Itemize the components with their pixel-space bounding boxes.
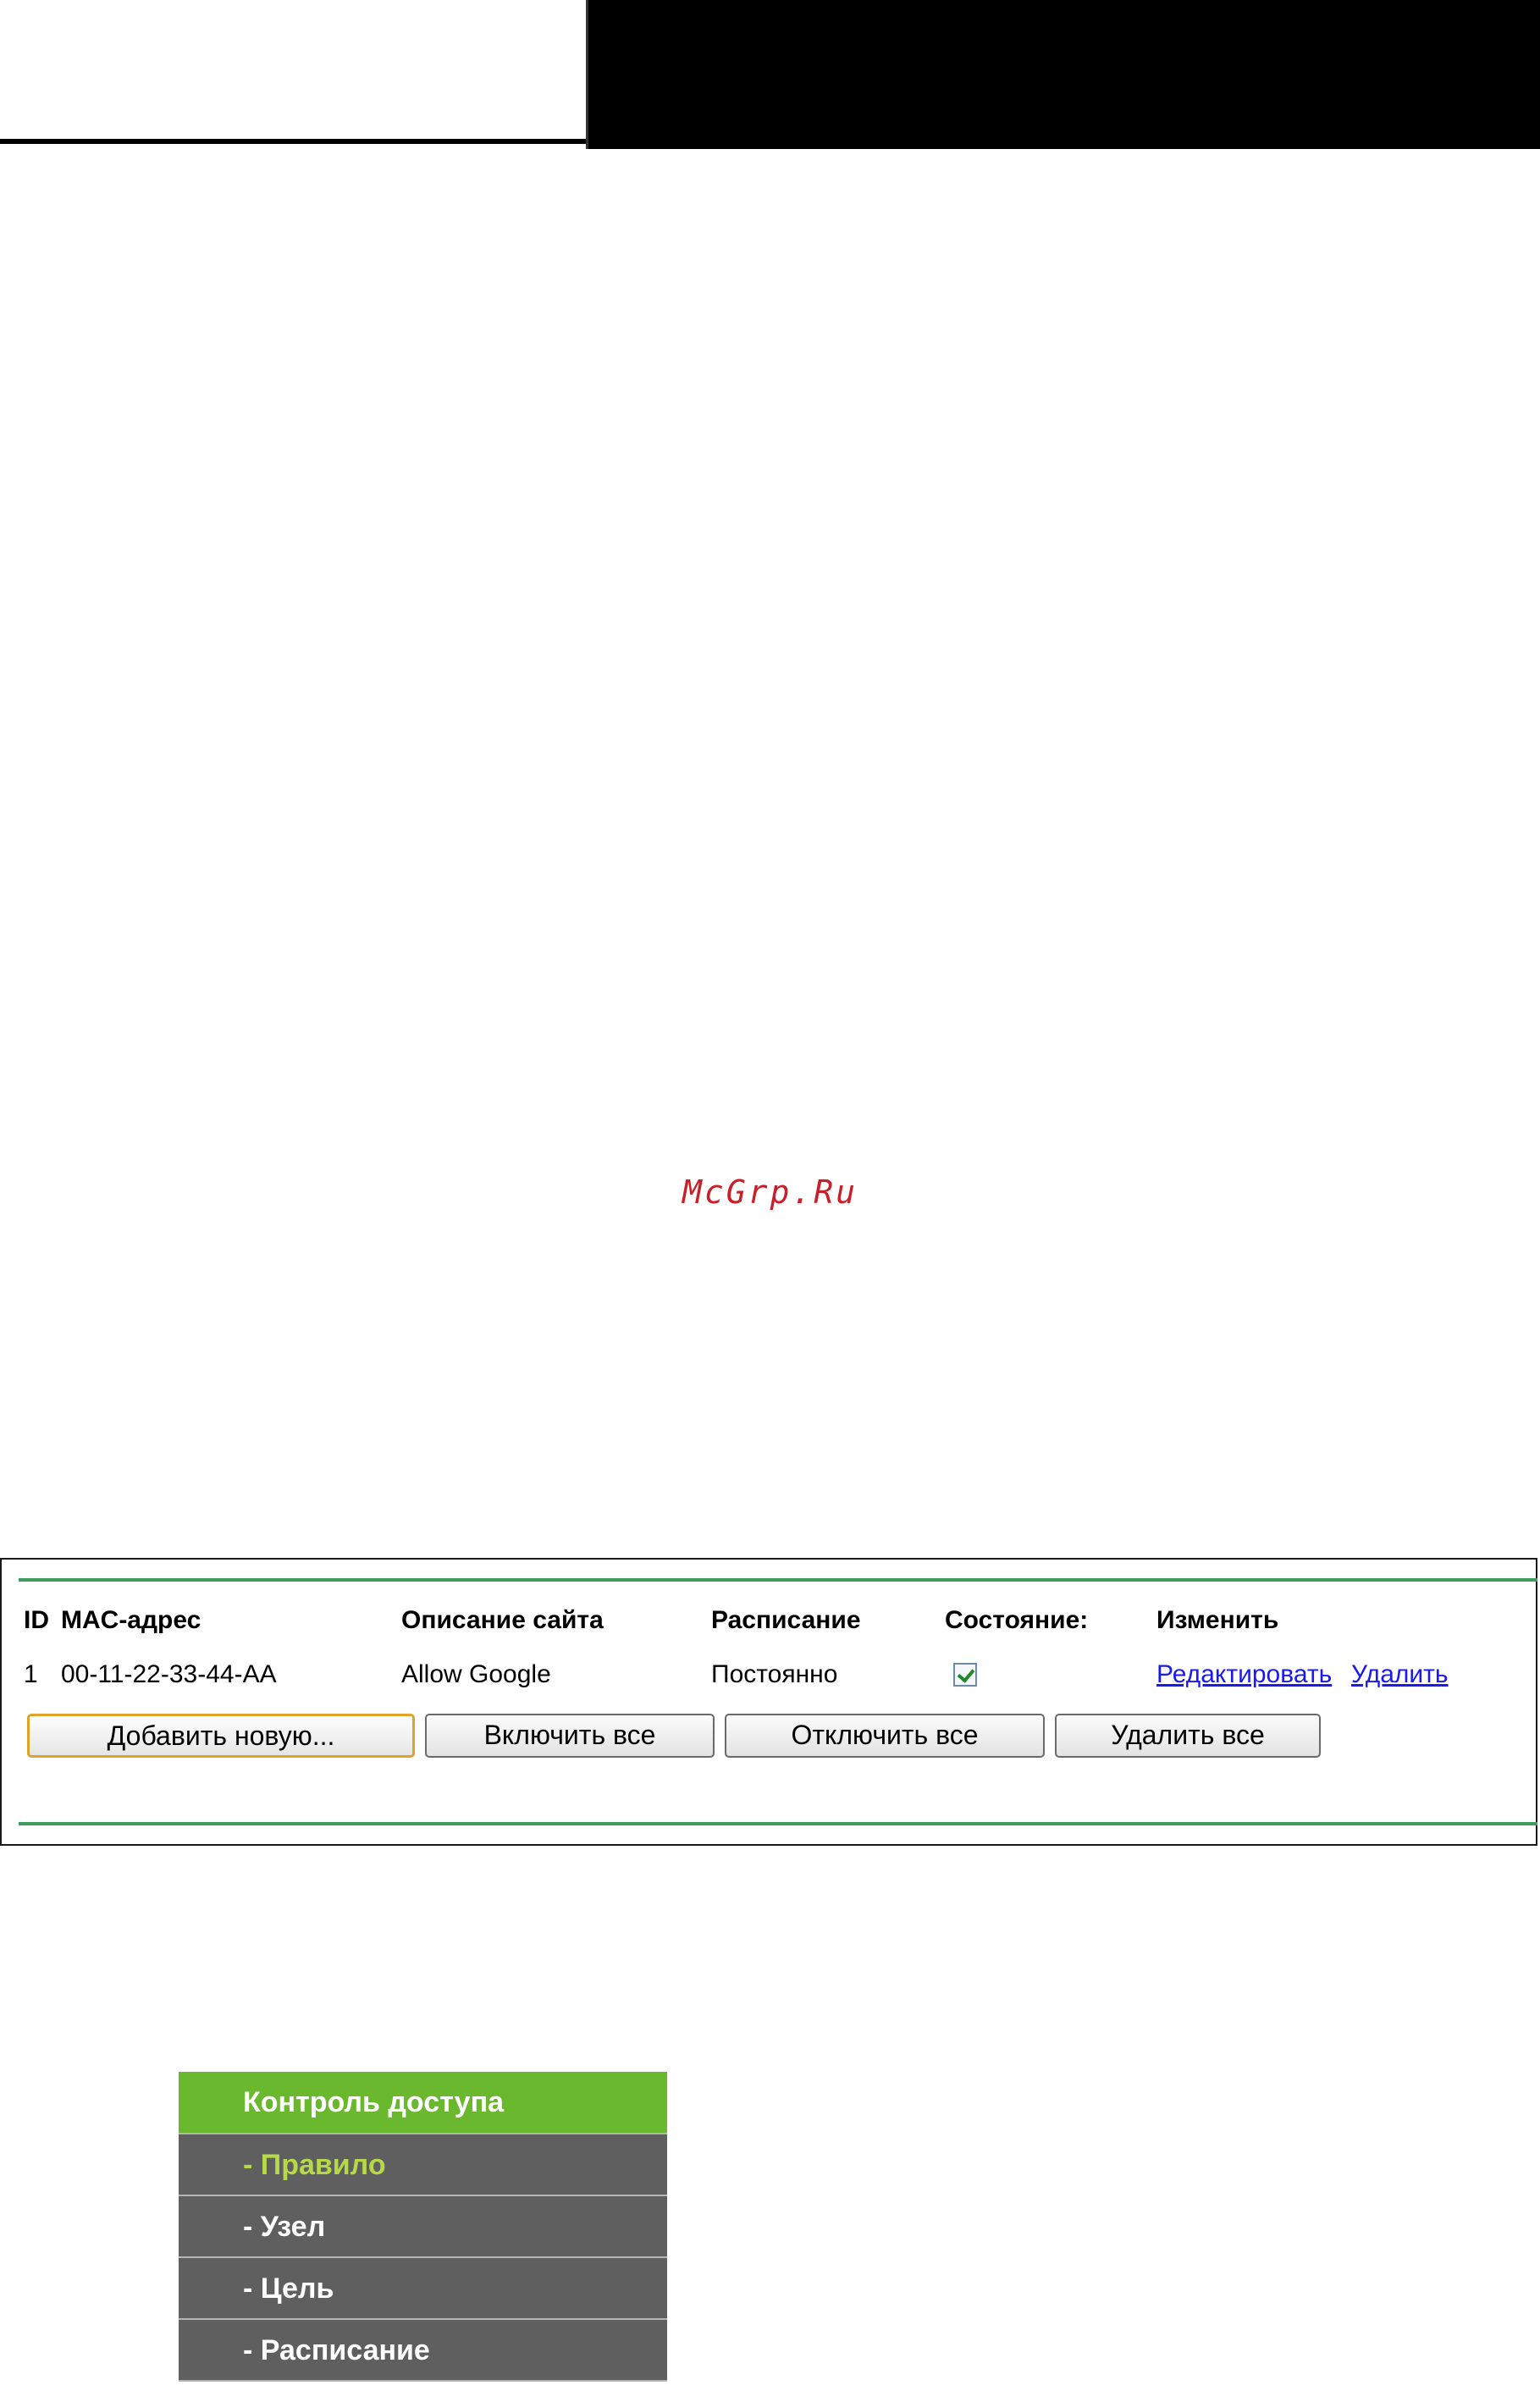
disable-all-button[interactable]: Отключить все <box>725 1714 1045 1758</box>
enable-all-button[interactable]: Включить все <box>425 1714 715 1758</box>
header-white-band <box>0 0 586 144</box>
top-divider <box>19 1578 1537 1582</box>
watermark-text: McGrp.Ru <box>682 1173 858 1211</box>
row-schedule: Постоянно <box>711 1660 838 1688</box>
column-header-mac: MAC-адрес <box>61 1606 201 1634</box>
menu-item-host[interactable]: - Узел <box>179 2196 667 2258</box>
edit-link[interactable]: Редактировать <box>1156 1659 1332 1690</box>
delete-all-button[interactable]: Удалить все <box>1055 1714 1321 1758</box>
column-header-site-description: Описание сайта <box>401 1606 604 1634</box>
column-header-id: ID <box>24 1606 49 1634</box>
menu-item-schedule[interactable]: - Расписание <box>179 2320 667 2382</box>
status-checkbox[interactable] <box>953 1663 977 1687</box>
menu-item-target[interactable]: - Цель <box>179 2258 667 2320</box>
rules-table-panel: ID MAC-адрес Описание сайта Расписание С… <box>0 1558 1537 1846</box>
row-site-description: Allow Google <box>401 1660 551 1688</box>
menu-item-rule[interactable]: - Правило <box>179 2134 667 2196</box>
delete-link[interactable]: Удалить <box>1351 1659 1449 1690</box>
column-header-modify: Изменить <box>1156 1606 1279 1634</box>
row-mac-address: 00-11-22-33-44-AA <box>61 1660 277 1688</box>
column-header-status: Состояние: <box>945 1606 1089 1634</box>
menu-title-access-control[interactable]: Контроль доступа <box>179 2072 667 2134</box>
bottom-divider <box>19 1822 1537 1825</box>
header-black-band <box>586 0 1540 149</box>
column-header-schedule: Расписание <box>711 1606 861 1634</box>
row-id: 1 <box>24 1660 38 1688</box>
add-new-button[interactable]: Добавить новую... <box>27 1714 415 1758</box>
access-control-menu: Контроль доступа - Правило - Узел - Цель… <box>179 2072 667 2382</box>
